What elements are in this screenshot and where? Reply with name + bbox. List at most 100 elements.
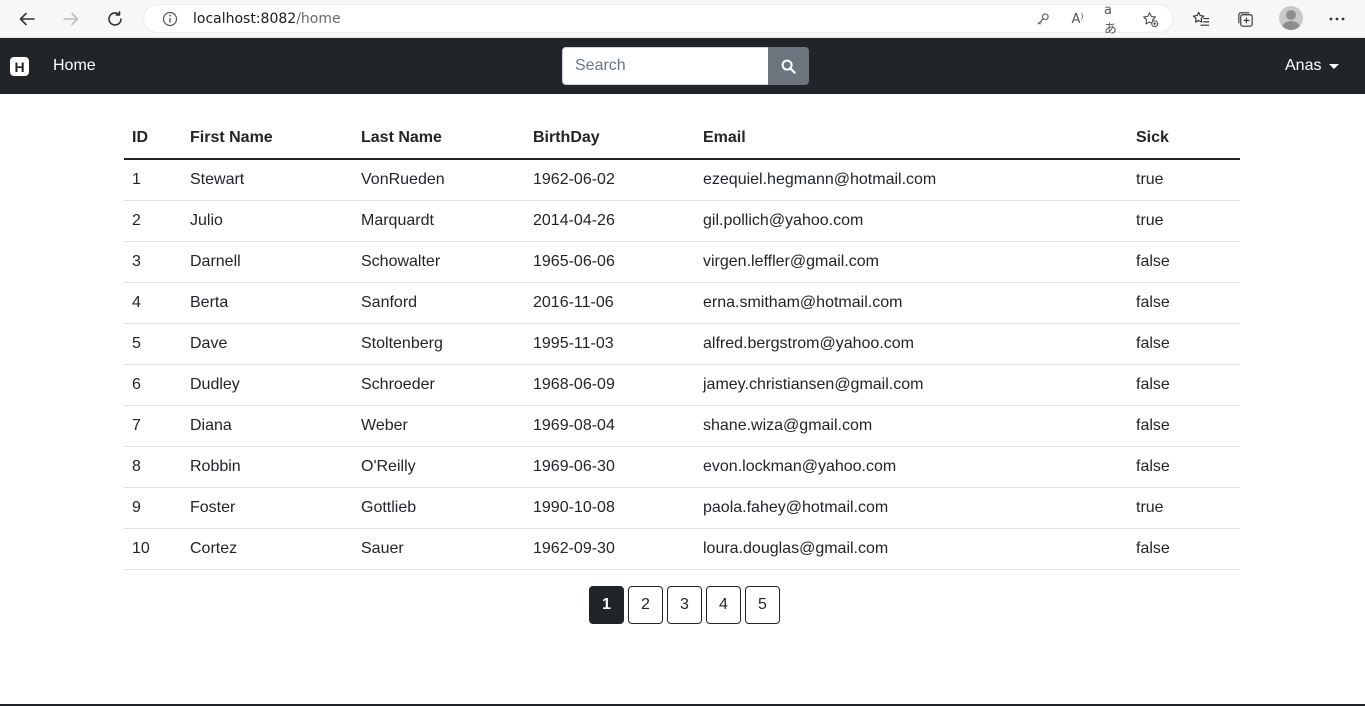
page-button-4[interactable]: 4 bbox=[706, 586, 741, 624]
cell-first-name: Berta bbox=[182, 282, 353, 324]
search-input[interactable] bbox=[562, 47, 768, 85]
cell-first-name: Darnell bbox=[182, 241, 353, 283]
cell-last-name: Gottlieb bbox=[353, 487, 525, 529]
header-email: Email bbox=[695, 118, 1128, 160]
table-row: 5 Dave Stoltenberg 1995-11-03 alfred.ber… bbox=[124, 323, 1240, 365]
table-row: 9 Foster Gottlieb 1990-10-08 paola.fahey… bbox=[124, 487, 1240, 529]
page-button-2[interactable]: 2 bbox=[628, 586, 663, 624]
cell-last-name: Stoltenberg bbox=[353, 323, 525, 365]
page-button-1[interactable]: 1 bbox=[589, 586, 624, 624]
cell-last-name: Sanford bbox=[353, 282, 525, 324]
url-host: localhost:8082 bbox=[193, 11, 297, 27]
search-button[interactable] bbox=[768, 47, 809, 85]
cell-first-name: Dave bbox=[182, 323, 353, 365]
cell-first-name: Robbin bbox=[182, 446, 353, 488]
info-icon[interactable] bbox=[162, 11, 178, 27]
cell-sick: false bbox=[1128, 405, 1240, 447]
key-icon[interactable] bbox=[1034, 11, 1051, 28]
cell-email: alfred.bergstrom@yahoo.com bbox=[695, 323, 1128, 365]
read-aloud-icon[interactable]: A⁾ bbox=[1069, 11, 1086, 28]
cell-last-name: Marquardt bbox=[353, 200, 525, 242]
search-form bbox=[562, 47, 809, 85]
table-row: 10 Cortez Sauer 1962-09-30 loura.douglas… bbox=[124, 528, 1240, 570]
brand-logo[interactable]: H bbox=[10, 57, 29, 76]
table-row: 7 Diana Weber 1969-08-04 shane.wiza@gmai… bbox=[124, 405, 1240, 447]
back-icon[interactable] bbox=[14, 6, 40, 32]
cell-id: 3 bbox=[124, 241, 182, 283]
cell-last-name: Sauer bbox=[353, 528, 525, 570]
favorites-icon[interactable] bbox=[1190, 8, 1212, 30]
cell-birthday: 1990-10-08 bbox=[525, 487, 695, 529]
table-row: 3 Darnell Schowalter 1965-06-06 virgen.l… bbox=[124, 241, 1240, 283]
url-text[interactable]: localhost:8082/home bbox=[193, 11, 341, 27]
header-first-name: First Name bbox=[182, 118, 353, 160]
collections-icon[interactable] bbox=[1234, 8, 1256, 30]
forward-icon[interactable] bbox=[58, 6, 84, 32]
cell-first-name: Dudley bbox=[182, 364, 353, 406]
caret-down-icon bbox=[1329, 63, 1340, 69]
nav-home-link[interactable]: Home bbox=[53, 57, 96, 75]
page-button-3[interactable]: 3 bbox=[667, 586, 702, 624]
table-row: 4 Berta Sanford 2016-11-06 erna.smitham@… bbox=[124, 282, 1240, 324]
cell-email: ezequiel.hegmann@hotmail.com bbox=[695, 159, 1128, 201]
address-bar[interactable]: localhost:8082/home A⁾ aあ bbox=[143, 3, 1173, 37]
header-last-name: Last Name bbox=[353, 118, 525, 160]
table-row: 6 Dudley Schroeder 1968-06-09 jamey.chri… bbox=[124, 364, 1240, 406]
cell-id: 4 bbox=[124, 282, 182, 324]
header-id: ID bbox=[124, 118, 182, 160]
cell-email: jamey.christiansen@gmail.com bbox=[695, 364, 1128, 406]
cell-email: evon.lockman@yahoo.com bbox=[695, 446, 1128, 488]
cell-email: gil.pollich@yahoo.com bbox=[695, 200, 1128, 242]
cell-first-name: Cortez bbox=[182, 528, 353, 570]
cell-sick: false bbox=[1128, 446, 1240, 488]
pagination: 1 2 3 4 5 bbox=[589, 586, 780, 624]
cell-id: 6 bbox=[124, 364, 182, 406]
cell-last-name: VonRueden bbox=[353, 159, 525, 201]
cell-sick: false bbox=[1128, 282, 1240, 324]
cell-last-name: O'Reilly bbox=[353, 446, 525, 488]
add-favorite-icon[interactable] bbox=[1142, 11, 1159, 28]
cell-id: 1 bbox=[124, 159, 182, 201]
page-button-5[interactable]: 5 bbox=[745, 586, 780, 624]
cell-birthday: 2014-04-26 bbox=[525, 200, 695, 242]
more-options-icon[interactable] bbox=[1326, 8, 1348, 30]
profile-avatar[interactable] bbox=[1279, 6, 1303, 30]
refresh-icon[interactable] bbox=[102, 6, 128, 32]
cell-sick: false bbox=[1128, 323, 1240, 365]
cell-id: 10 bbox=[124, 528, 182, 570]
table-row: 1 Stewart VonRueden 1962-06-02 ezequiel.… bbox=[124, 159, 1240, 201]
url-path: /home bbox=[296, 11, 341, 27]
cell-birthday: 1969-06-30 bbox=[525, 446, 695, 488]
table-row: 8 Robbin O'Reilly 1969-06-30 evon.lockma… bbox=[124, 446, 1240, 488]
cell-email: shane.wiza@gmail.com bbox=[695, 405, 1128, 447]
cell-first-name: Stewart bbox=[182, 159, 353, 201]
cell-id: 5 bbox=[124, 323, 182, 365]
cell-id: 7 bbox=[124, 405, 182, 447]
cell-birthday: 1995-11-03 bbox=[525, 323, 695, 365]
patients-table: ID First Name Last Name BirthDay Email S… bbox=[124, 118, 1240, 570]
user-dropdown[interactable]: Anas bbox=[1285, 57, 1340, 75]
cell-last-name: Weber bbox=[353, 405, 525, 447]
header-birthday: BirthDay bbox=[525, 118, 695, 160]
cell-last-name: Schowalter bbox=[353, 241, 525, 283]
cell-email: erna.smitham@hotmail.com bbox=[695, 282, 1128, 324]
cell-sick: true bbox=[1128, 200, 1240, 242]
cell-id: 2 bbox=[124, 200, 182, 242]
cell-email: paola.fahey@hotmail.com bbox=[695, 487, 1128, 529]
cell-email: loura.douglas@gmail.com bbox=[695, 528, 1128, 570]
cell-birthday: 1969-08-04 bbox=[525, 405, 695, 447]
header-sick: Sick bbox=[1128, 118, 1240, 160]
user-name: Anas bbox=[1285, 57, 1322, 74]
cell-last-name: Schroeder bbox=[353, 364, 525, 406]
search-icon bbox=[781, 59, 796, 74]
cell-id: 8 bbox=[124, 446, 182, 488]
cell-first-name: Foster bbox=[182, 487, 353, 529]
cell-birthday: 2016-11-06 bbox=[525, 282, 695, 324]
cell-first-name: Diana bbox=[182, 405, 353, 447]
cell-sick: false bbox=[1128, 528, 1240, 570]
table-row: 2 Julio Marquardt 2014-04-26 gil.pollich… bbox=[124, 200, 1240, 242]
browser-toolbar: localhost:8082/home A⁾ aあ bbox=[0, 0, 1365, 38]
cell-sick: true bbox=[1128, 487, 1240, 529]
translate-icon[interactable]: aあ bbox=[1104, 3, 1121, 37]
app-navbar: H Home Anas bbox=[0, 38, 1365, 94]
